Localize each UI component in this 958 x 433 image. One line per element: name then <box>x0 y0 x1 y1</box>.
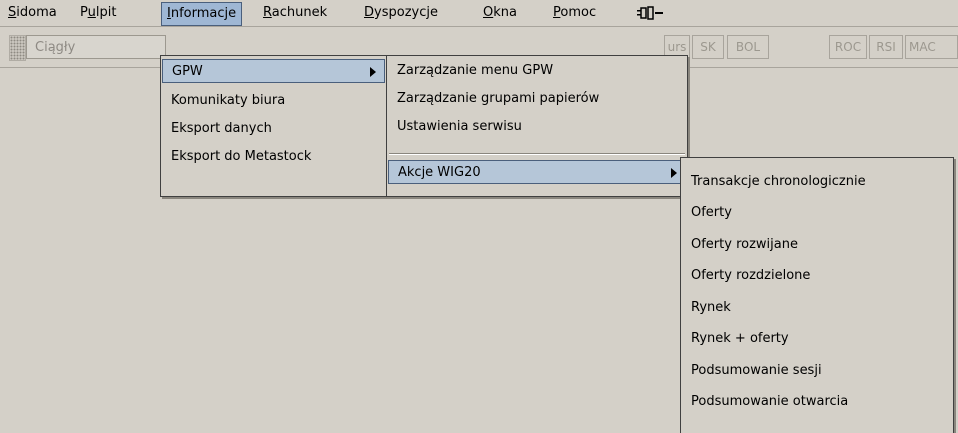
menu-item-oferty-rozdzielone[interactable]: Oferty rozdzielone <box>681 264 953 288</box>
gpw-submenu: Zarządzanie menu GPW Zarządzanie grupami… <box>386 55 688 197</box>
toolbar-button-rsi[interactable]: RSI <box>869 35 903 59</box>
menu-item-ustawienia-serwisu[interactable]: Ustawienia serwisu <box>387 115 687 139</box>
mode-select[interactable]: Ciągły <box>26 35 166 59</box>
menu-item-eksport-metastock[interactable]: Eksport do Metastock <box>161 145 386 169</box>
menu-pulpit[interactable]: Pulpit <box>75 3 121 23</box>
toolbar-button-macd[interactable]: MAC <box>905 35 958 59</box>
submenu-arrow-icon <box>370 67 376 77</box>
menu-item-oferty-rozwijane[interactable]: Oferty rozwijane <box>681 233 953 257</box>
menu-okna[interactable]: Okna <box>478 3 522 23</box>
menu-dyspozycje[interactable]: Dyspozycje <box>359 3 443 23</box>
menu-bar: Sidoma Pulpit Informacje Rachunek Dyspoz… <box>0 0 958 27</box>
menu-rachunek[interactable]: Rachunek <box>258 3 332 23</box>
menu-item-akcje-wig20[interactable]: Akcje WIG20 <box>388 160 686 184</box>
menu-item-eksport-danych[interactable]: Eksport danych <box>161 117 386 141</box>
menu-item-gpw[interactable]: GPW <box>162 59 385 83</box>
toolbar-button-sk[interactable]: SK <box>692 35 724 59</box>
toolbar-grip[interactable] <box>9 35 26 61</box>
menu-item-podsumowanie-otwarcia[interactable]: Podsumowanie otwarcia <box>681 390 953 414</box>
submenu-arrow-icon <box>671 168 677 178</box>
menu-item-podsumowanie-sesji[interactable]: Podsumowanie sesji <box>681 359 953 383</box>
menu-item-zarzadzanie-grupami[interactable]: Zarządzanie grupami papierów <box>387 87 687 111</box>
connection-plug-icon[interactable] <box>637 5 663 21</box>
menu-item-komunikaty-biura[interactable]: Komunikaty biura <box>161 89 386 113</box>
informacje-menu: GPW Komunikaty biura Eksport danych Eksp… <box>160 55 387 197</box>
menu-pomoc[interactable]: Pomoc <box>548 3 601 23</box>
akcje-wig20-submenu: Transakcje chronologicznie Oferty Oferty… <box>680 157 954 433</box>
toolbar-button-bol[interactable]: BOL <box>727 35 769 59</box>
menu-item-rynek[interactable]: Rynek <box>681 296 953 320</box>
menu-item-zarzadzanie-menu-gpw[interactable]: Zarządzanie menu GPW <box>387 59 687 83</box>
menu-separator <box>389 153 685 155</box>
menu-sidoma[interactable]: Sidoma <box>3 3 62 23</box>
menu-item-oferty[interactable]: Oferty <box>681 201 953 225</box>
menu-item-transakcje-chronologicznie[interactable]: Transakcje chronologicznie <box>681 170 953 194</box>
toolbar-button-roc[interactable]: ROC <box>829 35 867 59</box>
menu-item-rynek-oferty[interactable]: Rynek + oferty <box>681 327 953 351</box>
menu-informacje[interactable]: Informacje <box>161 2 243 26</box>
